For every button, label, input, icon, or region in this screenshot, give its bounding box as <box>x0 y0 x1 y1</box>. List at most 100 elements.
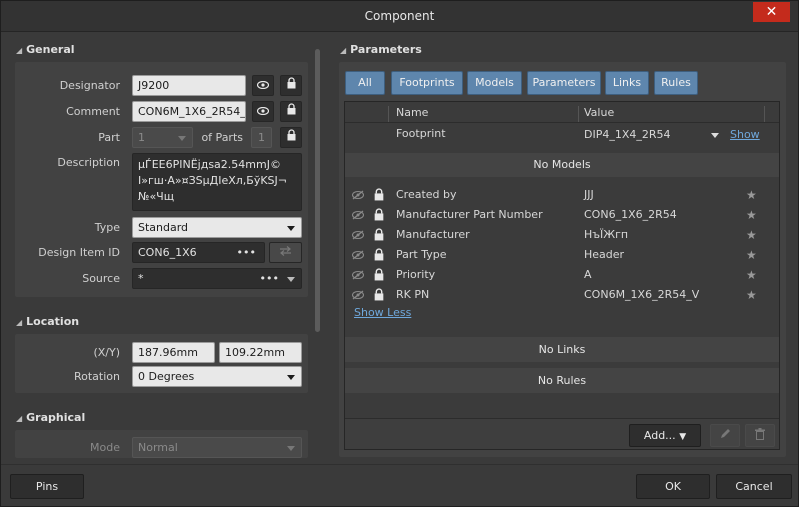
eye-off-icon[interactable] <box>352 210 364 220</box>
x-field[interactable]: 187.96mm <box>132 342 215 363</box>
footprint-name: Footprint <box>396 127 446 140</box>
scrollbar-thumb[interactable] <box>315 49 320 332</box>
xy-label: (X/Y) <box>93 346 120 359</box>
parameter-row[interactable]: Priority A ★ <box>345 265 779 285</box>
title-bar: Component ✕ <box>1 1 798 32</box>
eye-off-icon[interactable] <box>352 270 364 280</box>
lock-icon <box>287 129 295 141</box>
source-select[interactable]: * ••• <box>132 268 302 289</box>
location-section-header[interactable]: ◢ Location <box>16 315 79 328</box>
parameter-value: CON6M_1X6_2R54_V <box>584 288 700 301</box>
part-lock-button[interactable] <box>280 127 302 148</box>
star-icon[interactable]: ★ <box>746 248 757 262</box>
star-icon[interactable]: ★ <box>746 188 757 202</box>
eye-off-icon[interactable] <box>352 250 364 260</box>
parameter-name: Manufacturer Part Number <box>396 208 543 221</box>
description-textarea[interactable]: µЃЕЕ6PINЁјдsa2.54mmЈ©І»гш·А»¤ЗЅµДІеХл,Бў… <box>132 153 302 211</box>
filter-rules-button[interactable]: Rules <box>654 71 698 95</box>
eye-off-icon[interactable] <box>352 290 364 300</box>
column-header-name[interactable]: Name <box>396 106 428 119</box>
collapse-triangle-icon: ◢ <box>340 46 347 55</box>
grid-header: Name Value <box>345 102 779 123</box>
filter-parameters-button[interactable]: Parameters <box>527 71 601 95</box>
lock-icon <box>287 103 295 115</box>
parameter-value: A <box>584 268 592 281</box>
footprint-row[interactable]: Footprint DIP4_1X4_2R54 Show <box>345 124 779 146</box>
mode-label: Mode <box>90 441 120 454</box>
general-section-header[interactable]: ◢ General <box>16 43 75 56</box>
star-icon[interactable]: ★ <box>746 208 757 222</box>
show-less-link[interactable]: Show Less <box>354 306 411 319</box>
star-icon[interactable]: ★ <box>746 268 757 282</box>
cancel-button[interactable]: Cancel <box>716 474 792 499</box>
design-item-id-label: Design Item ID <box>38 246 120 259</box>
filter-links-button[interactable]: Links <box>605 71 649 95</box>
column-separator <box>578 106 579 122</box>
parameter-value: НъЇЖгп <box>584 228 629 241</box>
rotation-select[interactable]: 0 Degrees <box>132 366 302 387</box>
of-parts-label: of Parts <box>201 131 243 144</box>
filter-models-button[interactable]: Models <box>467 71 522 95</box>
column-separator <box>388 106 389 122</box>
ok-button[interactable]: OK <box>636 474 710 499</box>
lock-icon[interactable] <box>374 188 384 201</box>
parameter-name: Created by <box>396 188 457 201</box>
comment-lock-button[interactable] <box>280 101 302 122</box>
parameter-row[interactable]: RK PN CON6M_1X6_2R54_V ★ <box>345 285 779 305</box>
add-button[interactable]: Add... ▼ <box>629 424 701 447</box>
description-label: Description <box>57 156 120 169</box>
close-button[interactable]: ✕ <box>753 2 790 22</box>
rotation-label: Rotation <box>73 370 120 383</box>
chevron-down-icon: ▼ <box>679 432 687 442</box>
source-browse-dots-icon[interactable]: ••• <box>260 272 279 285</box>
left-scrollbar[interactable] <box>314 41 321 455</box>
designator-field[interactable]: J9200 <box>132 75 246 96</box>
delete-button <box>745 424 775 447</box>
parameter-row[interactable]: Manufacturer Part Number CON6_1X6_2R54 ★ <box>345 205 779 225</box>
parameter-row[interactable]: Part Type Header ★ <box>345 245 779 265</box>
parameter-value: JJJ <box>584 188 594 201</box>
eye-off-icon[interactable] <box>352 190 364 200</box>
lock-icon[interactable] <box>374 268 384 281</box>
comment-visibility-button[interactable] <box>252 101 274 122</box>
no-rules-band: No Rules <box>345 368 779 393</box>
pins-button[interactable]: Pins <box>10 474 84 499</box>
parameter-row[interactable]: Manufacturer НъЇЖгп ★ <box>345 225 779 245</box>
type-label: Type <box>94 221 120 234</box>
comment-field[interactable]: CON6M_1X6_2R54_V <box>132 101 246 122</box>
column-separator <box>764 106 765 122</box>
swap-button <box>269 242 302 263</box>
lock-icon[interactable] <box>374 228 384 241</box>
edit-button <box>710 424 740 447</box>
parameter-name: Priority <box>396 268 436 281</box>
eye-icon <box>256 80 270 90</box>
design-item-id-field[interactable]: CON6_1X6 ••• <box>132 242 265 263</box>
lock-icon[interactable] <box>374 208 384 221</box>
filter-footprints-button[interactable]: Footprints <box>391 71 463 95</box>
parameters-section-header[interactable]: ◢ Parameters <box>340 43 422 56</box>
y-field[interactable]: 109.22mm <box>219 342 302 363</box>
comment-label: Comment <box>66 105 120 118</box>
star-icon[interactable]: ★ <box>746 288 757 302</box>
lock-icon[interactable] <box>374 248 384 261</box>
designator-visibility-button[interactable] <box>252 75 274 96</box>
collapse-triangle-icon: ◢ <box>16 414 23 423</box>
footprint-show-link[interactable]: Show <box>730 128 760 141</box>
type-select[interactable]: Standard <box>132 217 302 238</box>
lock-icon <box>287 77 295 89</box>
browse-dots-icon[interactable]: ••• <box>237 246 256 259</box>
footprint-value: DIP4_1X4_2R54 <box>584 128 671 141</box>
designator-lock-button[interactable] <box>280 75 302 96</box>
filter-all-button[interactable]: All <box>345 71 385 95</box>
component-dialog: Component ✕ ◢ General Designator J9200 Co… <box>0 0 799 507</box>
graphical-section-header[interactable]: ◢ Graphical <box>16 411 85 424</box>
footprint-dropdown-icon[interactable] <box>711 133 719 138</box>
eye-off-icon[interactable] <box>352 230 364 240</box>
collapse-triangle-icon: ◢ <box>16 318 23 327</box>
part-select[interactable]: 1 <box>132 127 193 148</box>
parameter-row[interactable]: Created by JJJ ★ <box>345 185 779 205</box>
column-header-value[interactable]: Value <box>584 106 614 119</box>
window-title: Component <box>364 9 435 23</box>
lock-icon[interactable] <box>374 288 384 301</box>
star-icon[interactable]: ★ <box>746 228 757 242</box>
